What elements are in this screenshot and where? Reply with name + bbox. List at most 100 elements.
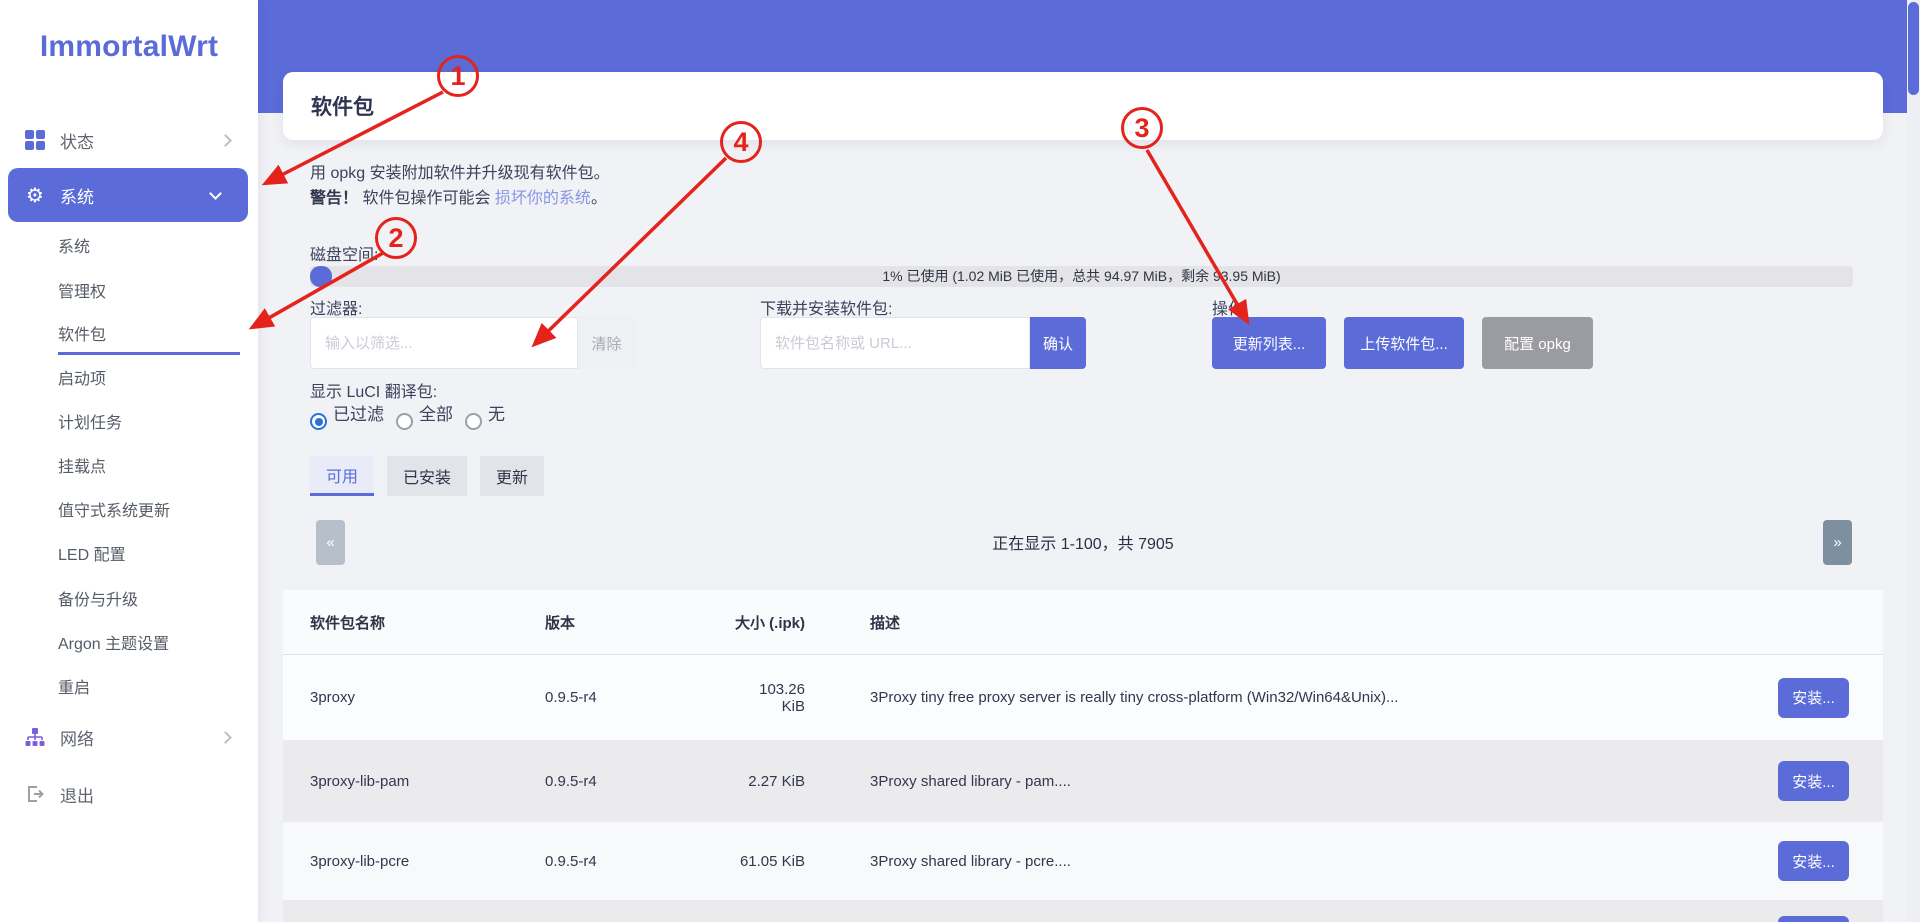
install-button[interactable]: 安装... (1778, 761, 1849, 801)
table-row: 3proxy-lib-pam 0.9.5-r4 2.27 KiB 3Proxy … (283, 740, 1883, 822)
sidebar-subitem-administration[interactable]: 管理权 (0, 268, 258, 312)
page-scrollbar-thumb[interactable] (1908, 2, 1919, 95)
page-header-card: 软件包 (283, 72, 1883, 140)
dashboard-icon (25, 130, 45, 150)
pager-status-text: 正在显示 1-100，共 7905 (283, 530, 1883, 554)
chevron-down-icon (209, 187, 222, 200)
radio-none[interactable]: 无 (465, 404, 505, 430)
subitem-label: 计划任务 (58, 409, 122, 433)
filter-label: 过滤器: (310, 295, 362, 319)
radio-unchecked-icon[interactable] (396, 413, 413, 430)
subitem-label: 挂载点 (58, 453, 106, 477)
intro-warning: 警告！ 软件包操作可能会 损坏你的系统。 (310, 186, 610, 211)
sidebar-item-label: 状态 (60, 128, 94, 153)
subitem-label: 重启 (58, 674, 90, 698)
package-description: 3Proxy shared library - pam.... (805, 773, 1744, 790)
sidebar-item-label: 系统 (60, 183, 94, 208)
intro-line1: 用 opkg 安装附加软件并升级现有软件包。 (310, 161, 610, 186)
sidebar-item-label: 网络 (60, 725, 94, 750)
page-scrollbar-track[interactable] (1907, 0, 1920, 922)
warning-suffix: 。 (591, 190, 607, 207)
sidebar-item-status[interactable]: 状态 (0, 117, 258, 163)
subitem-label: 软件包 (58, 321, 106, 345)
filter-group: 清除 (310, 317, 635, 369)
package-version: 0.9.5-r4 (545, 853, 735, 870)
chevron-right-icon (219, 134, 232, 147)
sidebar-subitem-startup[interactable]: 启动项 (0, 355, 258, 399)
download-group: 确认 (760, 317, 1086, 369)
immortalwrt-packages-page: ImmortalWrt 状态 ⚙ 系统 系统 管理权 软件包 启动项 计划任务 … (0, 0, 1920, 922)
tab-updates[interactable]: 更新 (480, 456, 544, 496)
packages-table: 软件包名称 版本 大小 (.ipk) 描述 3proxy 0.9.5-r4 10… (283, 590, 1883, 922)
immortalwrt-logo: ImmortalWrt (0, 30, 258, 64)
sidebar-subitem-system[interactable]: 系统 (0, 223, 258, 267)
sidebar-subitem-attended-sysupgrade[interactable]: 值守式系统更新 (0, 487, 258, 531)
header-description: 描述 (805, 612, 1744, 633)
sidebar-subitem-mount-points[interactable]: 挂载点 (0, 443, 258, 487)
package-size: 2.27 KiB (735, 773, 805, 790)
package-version: 0.9.5-r4 (545, 773, 735, 790)
install-button[interactable] (1778, 916, 1849, 922)
radio-label: 无 (488, 404, 505, 426)
annotation-circle-1: 1 (437, 55, 479, 97)
package-name: 3proxy-lib-pam (283, 773, 545, 790)
sidebar-subitem-backup-upgrade[interactable]: 备份与升级 (0, 576, 258, 620)
sidebar: ImmortalWrt 状态 ⚙ 系统 系统 管理权 软件包 启动项 计划任务 … (0, 0, 258, 922)
package-size: 103.26 KiB (735, 681, 805, 715)
disk-space-progressbar: 1% 已使用 (1.02 MiB 已使用，总共 94.97 MiB，剩余 93.… (310, 266, 1853, 287)
annotation-circle-3: 3 (1121, 107, 1163, 149)
tab-installed[interactable]: 已安装 (387, 456, 467, 496)
package-description: 3Proxy shared library - pcre.... (805, 853, 1744, 870)
sidebar-subitem-reboot[interactable]: 重启 (0, 664, 258, 708)
sidebar-item-label: 退出 (60, 782, 94, 807)
pager-next-button[interactable]: » (1823, 520, 1852, 565)
sidebar-subitem-led-configuration[interactable]: LED 配置 (0, 531, 258, 575)
intro-text: 用 opkg 安装附加软件并升级现有软件包。 警告！ 软件包操作可能会 损坏你的… (310, 161, 610, 211)
upload-package-button[interactable]: 上传软件包... (1344, 317, 1464, 369)
package-tabs: 可用 已安装 更新 (310, 456, 544, 496)
sidebar-item-network[interactable]: 网络 (0, 714, 258, 760)
page-title: 软件包 (311, 91, 374, 121)
logout-icon (25, 784, 45, 804)
header-size: 大小 (.ipk) (735, 612, 805, 633)
configure-opkg-button[interactable]: 配置 opkg (1482, 317, 1593, 369)
radio-label: 全部 (419, 404, 453, 426)
sidebar-item-system[interactable]: ⚙ 系统 (8, 168, 248, 222)
radio-label: 已过滤 (333, 404, 384, 426)
subitem-label: 系统 (58, 233, 90, 257)
disk-space-label: 磁盘空间: (310, 241, 378, 265)
subitem-label: 值守式系统更新 (58, 497, 170, 521)
tab-available[interactable]: 可用 (310, 456, 374, 496)
table-header-row: 软件包名称 版本 大小 (.ipk) 描述 (283, 590, 1883, 655)
header-package-name: 软件包名称 (283, 612, 545, 633)
package-name: 3proxy-lib-pcre (283, 853, 545, 870)
radio-unchecked-icon[interactable] (465, 413, 482, 430)
annotation-circle-4: 4 (720, 121, 762, 163)
install-button[interactable]: 安装... (1778, 678, 1849, 718)
radio-checked-icon[interactable] (310, 413, 327, 430)
filter-input[interactable] (310, 317, 578, 369)
actions-label: 操作: (1212, 295, 1248, 319)
sidebar-subitem-software[interactable]: 软件包 (0, 311, 258, 355)
luci-translations-label: 显示 LuCI 翻译包: (310, 378, 437, 402)
subitem-label: 启动项 (58, 365, 106, 389)
disk-space-usage-text: 1% 已使用 (1.02 MiB 已使用，总共 94.97 MiB，剩余 93.… (310, 266, 1853, 287)
package-name: 3proxy (283, 689, 545, 706)
translation-radio-group: 已过滤 全部 无 (310, 404, 517, 430)
subitem-label: 管理权 (58, 278, 106, 302)
package-size: 61.05 KiB (735, 853, 805, 870)
package-url-input[interactable] (760, 317, 1030, 369)
actions-group: 更新列表... 上传软件包... 配置 opkg (1212, 317, 1593, 369)
radio-filtered[interactable]: 已过滤 (310, 404, 384, 430)
clear-filter-button[interactable]: 清除 (578, 317, 635, 369)
sidebar-subitem-scheduled-tasks[interactable]: 计划任务 (0, 399, 258, 443)
sidebar-subitem-argon-theme[interactable]: Argon 主题设置 (0, 620, 258, 664)
gear-icon: ⚙ (25, 185, 45, 205)
install-button[interactable]: 安装... (1778, 841, 1849, 881)
update-lists-button[interactable]: 更新列表... (1212, 317, 1326, 369)
package-description: 3Proxy tiny free proxy server is really … (805, 689, 1744, 706)
radio-all[interactable]: 全部 (396, 404, 453, 430)
damage-system-link[interactable]: 损坏你的系统 (495, 190, 591, 207)
confirm-button[interactable]: 确认 (1030, 317, 1086, 369)
sidebar-item-logout[interactable]: 退出 (0, 771, 258, 817)
